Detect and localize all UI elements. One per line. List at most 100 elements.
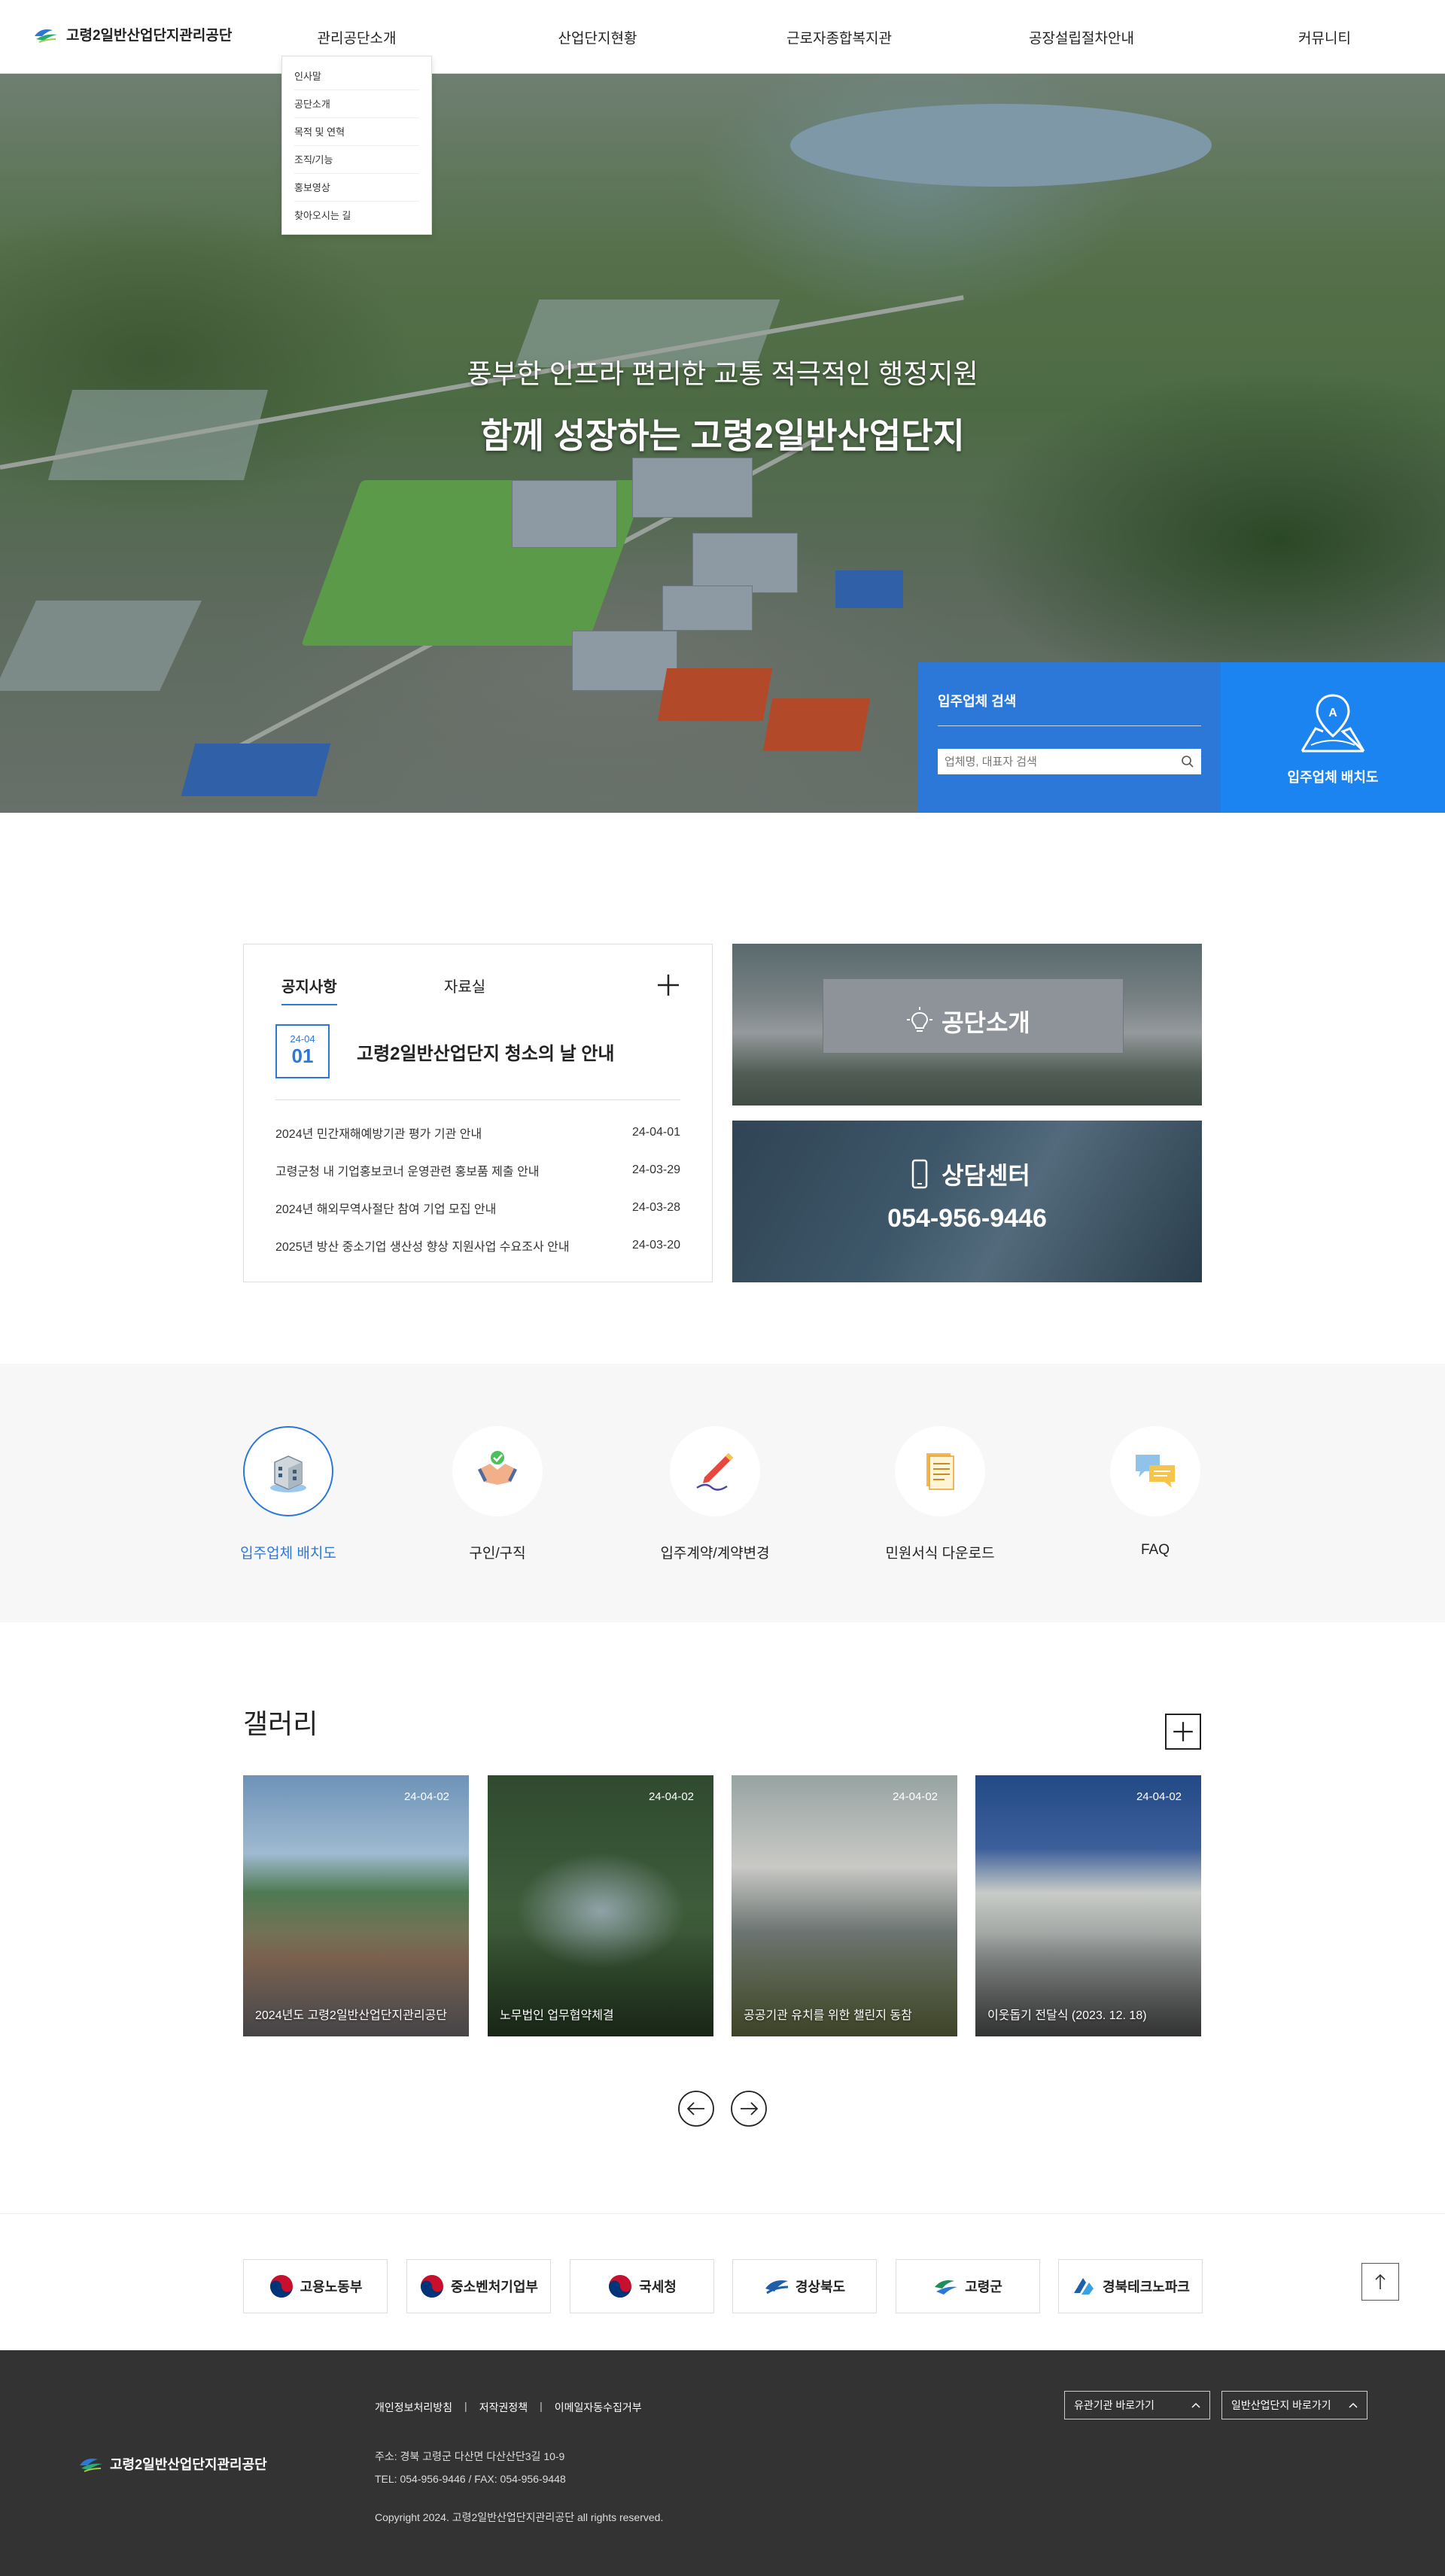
consult-center-content: 상담센터 054-956-9446 (732, 1121, 1202, 1233)
related-sites-select[interactable]: 유관기관 바로가기 (1064, 2391, 1210, 2419)
featured-notice[interactable]: 24-04 01 고령2일반산업단지 청소의 날 안내 (275, 1024, 680, 1100)
tenant-search-title: 입주업체 검색 (938, 691, 1201, 726)
arrow-up-icon (1375, 2273, 1386, 2289)
notice-tabs: 공지사항 자료실 (275, 973, 680, 1005)
notice-list-item[interactable]: 2025년 방산 중소기업 생산성 향상 지원사업 수요조사 안내 24-03-… (275, 1227, 680, 1264)
gallery-next-arrow-icon[interactable] (730, 2090, 768, 2127)
consult-center-label-wrap: 상담센터 (904, 1157, 1030, 1191)
notice-board: 공지사항 자료실 24-04 01 고령2일반산업단지 청소의 날 안내 202… (243, 944, 713, 1282)
partner-logo-text: 고용노동부 (300, 2279, 363, 2295)
gallery-card[interactable]: 24-04-02 노무법인 업무협약체결 (488, 1775, 713, 2036)
gyeongbuk-emblem-icon (765, 2280, 788, 2295)
partner-logo[interactable]: 고령군 (896, 2259, 1040, 2313)
gallery-card[interactable]: 24-04-02 이웃돕기 전달식 (2023. 12. 18) (975, 1775, 1201, 2036)
taeguk-emblem-icon (609, 2275, 632, 2298)
footer-logo-text: 고령2일반산업단지관리공단 (110, 2457, 267, 2472)
featured-date-badge: 24-04 01 (275, 1024, 330, 1078)
partner-logo[interactable]: 고용노동부 (243, 2259, 388, 2313)
pen-sign-icon (696, 1453, 733, 1491)
consult-phone-number: 054-956-9446 (887, 1204, 1047, 1233)
about-promo-banner[interactable]: 공단소개 (732, 944, 1202, 1106)
gallery-card-date: 24-04-02 (892, 1790, 938, 1803)
hero-building-image (632, 458, 753, 518)
dropdown-item-introduction[interactable]: 공단소개 (294, 90, 419, 118)
quick-item-tenant-map[interactable]: 입주업체 배치도 (205, 1426, 371, 1562)
quick-item-label: FAQ (1140, 1542, 1170, 1558)
quick-item-recruit[interactable]: 구인/구직 (415, 1426, 580, 1562)
gallery-card-shade (488, 1775, 713, 2036)
notice-list-item[interactable]: 2024년 민간재해예방기관 평가 기관 안내 24-04-01 (275, 1114, 680, 1151)
gallery-card-date: 24-04-02 (1136, 1790, 1182, 1803)
chat-bubbles-icon (1136, 1455, 1175, 1488)
notice-item-title: 2024년 민간재해예방기관 평가 기관 안내 (275, 1128, 482, 1141)
hero-field-image (0, 601, 202, 691)
partner-logo-text: 고령군 (965, 2279, 1002, 2295)
dropdown-item-organization[interactable]: 조직/기능 (294, 146, 419, 174)
partner-logo[interactable]: 경북테크노파크 (1058, 2259, 1203, 2313)
partner-logo[interactable]: 국세청 (570, 2259, 714, 2313)
footer-link-copyright-policy[interactable]: 저작권정책 (479, 2400, 528, 2415)
footer-link-email-refusal[interactable]: 이메일자동수집거부 (555, 2400, 642, 2415)
partner-logos: 고용노동부 중소벤처기업부 국세청 경상북도 고령군 경북테크노파크 (0, 2213, 1445, 2350)
dropdown-item-greeting[interactable]: 인사말 (294, 62, 419, 90)
nav-item-factory-procedure[interactable]: 공장설립절차안내 (1029, 27, 1134, 47)
gallery-card-caption: 2024년도 고령2일반산업단지관리공단 (255, 2009, 448, 2022)
notice-list-item[interactable]: 고령군청 내 기업홍보코너 운영관련 홍보품 제출 안내 24-03-29 (275, 1151, 680, 1189)
notice-item-title: 2024년 해외무역사절단 참여 기업 모집 안내 (275, 1203, 497, 1216)
tab-archive[interactable]: 자료실 (444, 975, 485, 1004)
search-icon[interactable] (1181, 755, 1194, 768)
hero-blue-roof (835, 570, 903, 608)
notice-list: 2024년 민간재해예방기관 평가 기관 안내 24-04-01 고령군청 내 … (275, 1114, 680, 1264)
footer-address: 주소: 경북 고령군 다산면 다산산단3길 10-9 (375, 2450, 565, 2462)
dropdown-item-history[interactable]: 목적 및 연혁 (294, 118, 419, 146)
tenant-map-button[interactable]: A 입주업체 배치도 (1221, 662, 1445, 813)
footer-copyright: Copyright 2024. 고령2일반산업단지관리공단 all rights… (375, 2511, 664, 2523)
chevron-up-icon (1191, 2402, 1200, 2408)
gallery-card-shade (732, 1775, 957, 2036)
partner-logo-text: 중소벤처기업부 (451, 2279, 538, 2295)
hero-building-image (512, 480, 617, 548)
nav-item-industrial-status[interactable]: 산업단지현황 (558, 27, 637, 47)
notice-list-item[interactable]: 2024년 해외무역사절단 참여 기업 모집 안내 24-03-28 (275, 1189, 680, 1227)
dropdown-item-video[interactable]: 홍보영상 (294, 174, 419, 202)
gallery-card[interactable]: 24-04-02 공공기관 유치를 위한 챌린지 동참 (732, 1775, 957, 2036)
quick-item-label: 입주계약/계약변경 (660, 1546, 770, 1562)
gallery-prev-arrow-icon[interactable] (677, 2090, 715, 2127)
notice-item-date: 24-04-01 (631, 1126, 680, 1139)
tab-notice[interactable]: 공지사항 (281, 975, 337, 1005)
site-footer: 고령2일반산업단지관리공단 개인정보처리방침 | 저작권정책 | 이메일자동수집… (0, 2350, 1445, 2576)
nav-item-community[interactable]: 커뮤니티 (1298, 27, 1351, 47)
footer-link-privacy[interactable]: 개인정보처리방침 (375, 2400, 452, 2415)
nav-item-about[interactable]: 관리공단소개 (318, 27, 397, 47)
nav-item-welfare-center[interactable]: 근로자종합복지관 (786, 27, 892, 47)
industrial-sites-select-label: 일반산업단지 바로가기 (1231, 2399, 1331, 2411)
consult-center-banner[interactable]: 상담센터 054-956-9446 (732, 1121, 1202, 1282)
scroll-top-button[interactable] (1361, 2263, 1399, 2301)
gallery-card[interactable]: 24-04-02 2024년도 고령2일반산업단지관리공단 (243, 1775, 469, 2036)
dropdown-item-directions[interactable]: 찾아오시는 길 (294, 202, 419, 230)
quick-item-forms-download[interactable]: 민원서식 다운로드 (857, 1426, 1023, 1562)
quick-item-contract[interactable]: 입주계약/계약변경 (632, 1426, 798, 1562)
notice-item-title: 2025년 방산 중소기업 생산성 향상 지원사업 수요조사 안내 (275, 1241, 570, 1254)
quick-icon-circle (1110, 1426, 1200, 1516)
about-dropdown-menu: 인사말 공단소개 목적 및 연혁 조직/기능 홍보영상 찾아오시는 길 (281, 56, 432, 235)
partner-logo[interactable]: 경상북도 (732, 2259, 877, 2313)
hero-building-image (572, 631, 677, 691)
footer-address-block: 주소: 경북 고령군 다산면 다산산단3길 10-9 TEL: 054-956-… (375, 2445, 566, 2490)
taeguk-emblem-icon (421, 2275, 444, 2298)
main-nav: 관리공단소개 산업단지현황 근로자종합복지관 공장설립절차안내 커뮤니티 (0, 27, 1445, 50)
quick-item-label: 민원서식 다운로드 (885, 1546, 995, 1562)
quick-item-faq[interactable]: FAQ (1072, 1426, 1238, 1559)
chevron-up-icon (1349, 2402, 1358, 2408)
quick-item-label: 입주업체 배치도 (240, 1546, 336, 1562)
gallery-more-plus-icon[interactable] (1165, 1714, 1201, 1750)
featured-date-day: 01 (291, 1045, 314, 1067)
partner-logo[interactable]: 중소벤처기업부 (406, 2259, 551, 2313)
gallery-card-caption: 이웃돕기 전달식 (2023. 12. 18) (987, 2009, 1147, 2022)
notice-more-plus-icon[interactable] (656, 973, 680, 997)
footer-logo[interactable]: 고령2일반산업단지관리공단 (78, 2454, 267, 2474)
tenant-search-input[interactable] (945, 755, 1181, 768)
consult-center-label: 상담센터 (942, 1162, 1030, 1189)
hero-blue-roof (181, 744, 331, 796)
industrial-sites-select[interactable]: 일반산업단지 바로가기 (1221, 2391, 1367, 2419)
